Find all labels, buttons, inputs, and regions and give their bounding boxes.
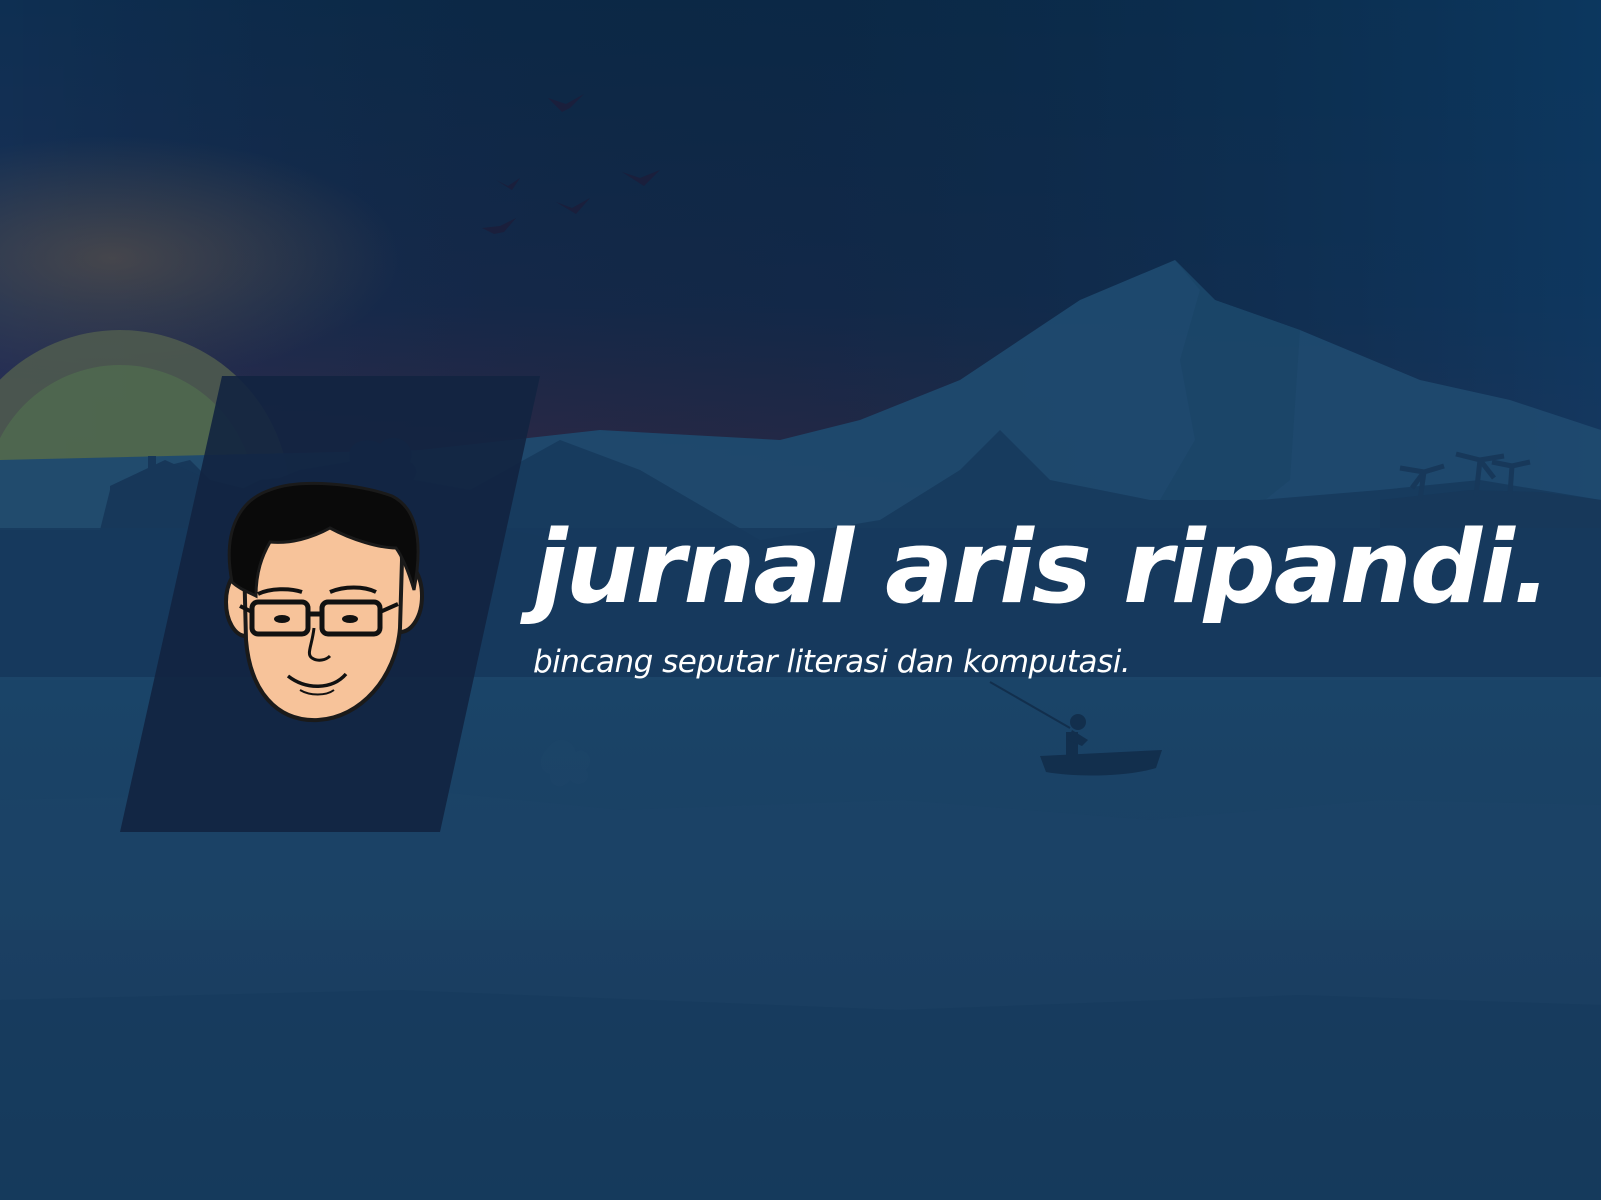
- site-title[interactable]: jurnal aris ripandi.: [533, 508, 1551, 626]
- header-banner: jurnal aris ripandi. bincang seputar lit…: [0, 0, 1601, 1200]
